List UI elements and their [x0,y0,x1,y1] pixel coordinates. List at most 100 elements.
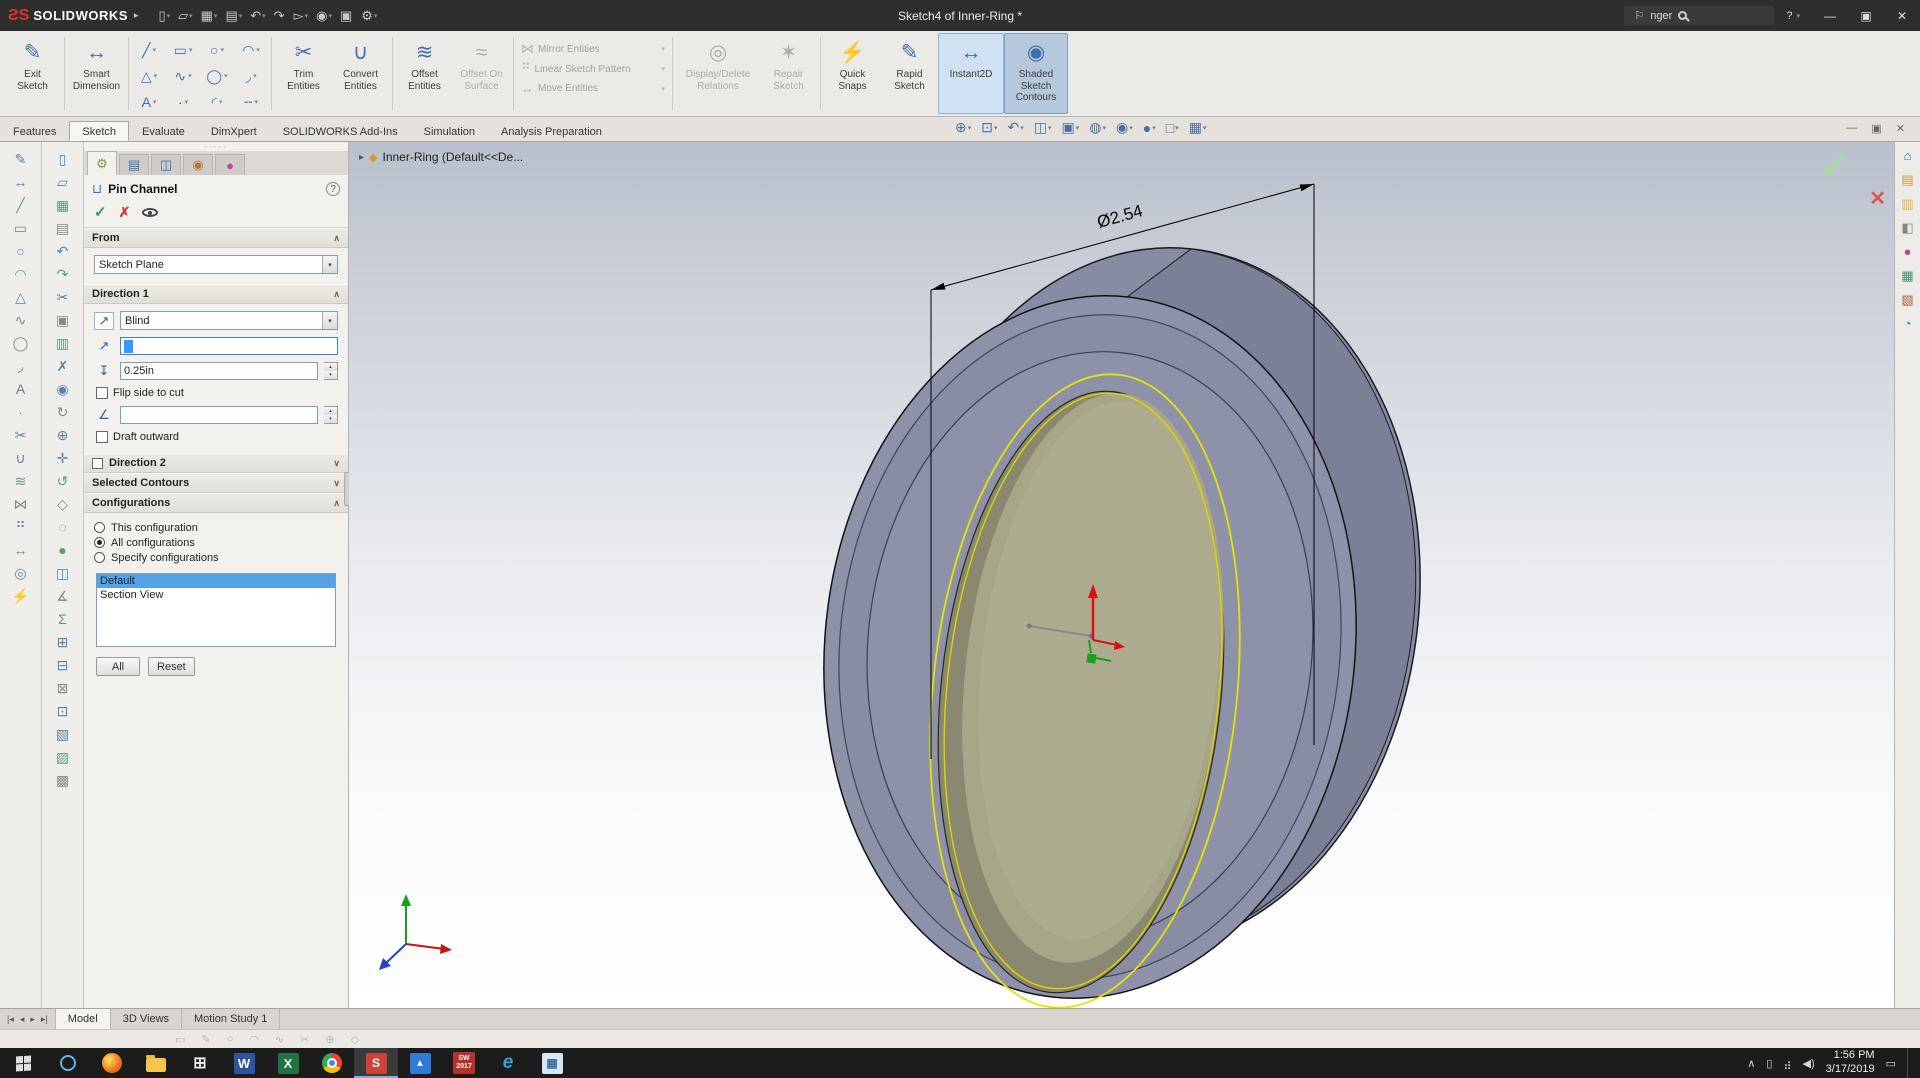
configuration-radio[interactable]: This configuration [94,520,338,535]
reverse-direction-icon[interactable]: ↗ [94,311,114,330]
configuration-list[interactable]: Default Section View [96,573,336,647]
solidworks-logo[interactable]: SS SOLIDWORKS ▸ [0,7,146,25]
print-icon[interactable]: ▤ [56,219,69,237]
command-tab[interactable]: DimXpert [198,121,270,141]
from-group-header[interactable]: From ∧ [84,228,348,248]
new-document-button[interactable]: ▯ ▾ [154,6,174,26]
model-tab[interactable]: Model [55,1009,111,1029]
point-icon[interactable]: · [18,403,23,421]
make-block-icon[interactable]: ▧ [56,725,69,743]
taskbar-excel[interactable]: X [266,1048,310,1078]
options-button[interactable]: ⚙ ▾ [357,6,381,26]
shaded-sketch-contours-button[interactable]: ◉ Shaded Sketch Contours [1004,33,1068,114]
model-tab[interactable]: 3D Views [111,1009,183,1029]
undo-button[interactable]: ↶ ▾ [246,6,269,26]
taskbar-calculator[interactable]: ▦ [530,1048,574,1078]
taskbar-solidworks[interactable]: S [354,1048,398,1078]
taskbar-chrome[interactable] [310,1048,354,1078]
scenes-icon[interactable]: ▦ [1901,268,1913,283]
save-icon[interactable]: ▦ [56,196,69,214]
sketch-icon[interactable]: ✎ [15,150,27,168]
explode-block-icon[interactable]: ▩ [56,771,69,789]
exit-sketch-button[interactable]: ✎ Exit Sketch [4,33,61,114]
ellipse-tool[interactable]: ◯ ▾ [200,63,234,89]
reset-button[interactable]: Reset [148,657,195,676]
preview-eye-icon[interactable] [142,207,159,217]
forum-icon[interactable]: ◔ [1904,316,1912,331]
rebuild-button[interactable]: ◉ ▾ [312,6,336,26]
offset-icon[interactable]: ≋ [15,472,27,490]
taskbar-app-grid[interactable]: ⊞ [178,1048,222,1078]
offset-entities-button[interactable]: ≋ Offset Entities [396,33,453,114]
action-center-icon[interactable]: ▭ [1886,1057,1896,1070]
select-button[interactable]: ▻ ▾ [290,6,313,26]
three-point-arc-tool[interactable]: ◜ ▾ [200,89,234,115]
smart-dimension-icon[interactable]: ↔ [14,173,28,191]
configurationmanager-tab[interactable]: ▤ [119,154,149,175]
paste-icon[interactable]: ▥ [56,334,69,352]
confirm-cancel-button[interactable]: ✕ [1869,186,1886,211]
flip-side-checkbox-row[interactable]: Flip side to cut [94,387,338,399]
help-icon[interactable]: ? [326,182,340,196]
draft-outward-checkbox-row[interactable]: Draft outward [94,431,338,443]
command-tab[interactable]: SOLIDWORKS Add-Ins [270,121,411,141]
shaded-icon[interactable]: ● [58,541,66,559]
spline-icon[interactable]: ∿ [15,311,27,329]
home-icon[interactable]: ⌂ [1904,148,1912,163]
design-library-icon[interactable]: ▤ [1901,172,1913,187]
linear-sketch-pattern[interactable]: ⠛ Linear Sketch Pattern ▾ [517,61,669,77]
redraw-icon[interactable]: ↻ [57,403,69,421]
command-tab[interactable]: Simulation [411,121,488,141]
open-document-button[interactable]: ▱ ▾ [174,6,197,26]
hidden-icons-chevron[interactable]: ∧ [1747,1057,1755,1070]
arc-icon[interactable]: ◠ [14,265,26,283]
zoom-area-icon[interactable]: ⊡ ▾ [978,119,1000,136]
line-tool[interactable]: ╱ ▾ [132,37,166,63]
next-tab-button[interactable]: ▸ [29,1014,36,1025]
appearances-tab[interactable]: ● [215,154,245,175]
relations-icon[interactable]: ◎ [14,564,26,582]
instant2d-button[interactable]: ↔ Instant2D [938,33,1004,114]
flip-side-checkbox[interactable] [96,387,108,399]
section-icon[interactable]: ◫ [56,564,69,582]
view-palette-icon[interactable]: ◧ [1901,220,1913,235]
snaps-icon[interactable]: ⚡ [12,587,29,605]
direction2-group-header[interactable]: Direction 2 ∨ [84,453,348,473]
circle-icon[interactable]: ○ [16,242,24,260]
polygon-icon[interactable]: △ [15,288,26,306]
propertymanager-tab[interactable]: ⚙ [87,151,117,175]
pattern-icon[interactable]: ⠛ [15,518,25,536]
draft-angle-input[interactable] [120,406,318,424]
redo-button[interactable]: ↷ [270,6,290,26]
expand-tree-icon[interactable]: ▸ [359,152,364,163]
command-tab[interactable]: Evaluate [129,121,198,141]
cancel-button[interactable]: ✗ [119,204,131,221]
edit-block-icon[interactable]: ▨ [56,748,69,766]
print-button[interactable]: ▤ ▾ [221,6,246,26]
configuration-radio[interactable]: Specify configurations [94,550,338,565]
menu-expand-icon[interactable]: ▸ [134,10,139,21]
circle-tool[interactable]: ○ ▾ [200,37,234,63]
block-icon[interactable]: ⊠ [57,679,69,697]
mass-properties-icon[interactable]: Σ [58,610,67,628]
doc-restore-button[interactable]: ▣ [1871,122,1881,135]
battery-icon[interactable]: ▯ [1766,1057,1772,1070]
sketch-fillet-tool[interactable]: ◞ ▾ [234,63,268,89]
taskbar-solidworks-2017[interactable]: SW 2017 [442,1048,486,1078]
draft-outward-checkbox[interactable] [96,431,108,443]
previous-view-icon[interactable]: ↶ ▾ [1005,119,1027,136]
taskbar-file-explorer[interactable] [134,1048,178,1078]
taskbar-edge[interactable]: e [486,1048,530,1078]
apply-scene-icon[interactable]: □ ▾ [1163,120,1182,136]
hidden-lines-icon[interactable]: ◌ [58,518,66,536]
dimxpertmanager-tab[interactable]: ◫ [151,154,181,175]
hide-show-items-icon[interactable]: ◉ ▾ [1113,119,1136,136]
rotate-view-icon[interactable]: ↺ [57,472,69,490]
edit-appearance-icon[interactable]: ● ▾ [1140,120,1159,136]
configuration-list-item[interactable]: Section View [97,588,335,602]
doc-close-button[interactable]: ✕ [1896,122,1905,135]
selected-contours-group-header[interactable]: Selected Contours ∨ [84,473,348,493]
line-icon[interactable]: ╱ [16,196,24,214]
taskbar-clock[interactable]: 1:56 PM 3/17/2019 [1826,1049,1875,1077]
minimize-button[interactable]: — [1812,0,1848,31]
